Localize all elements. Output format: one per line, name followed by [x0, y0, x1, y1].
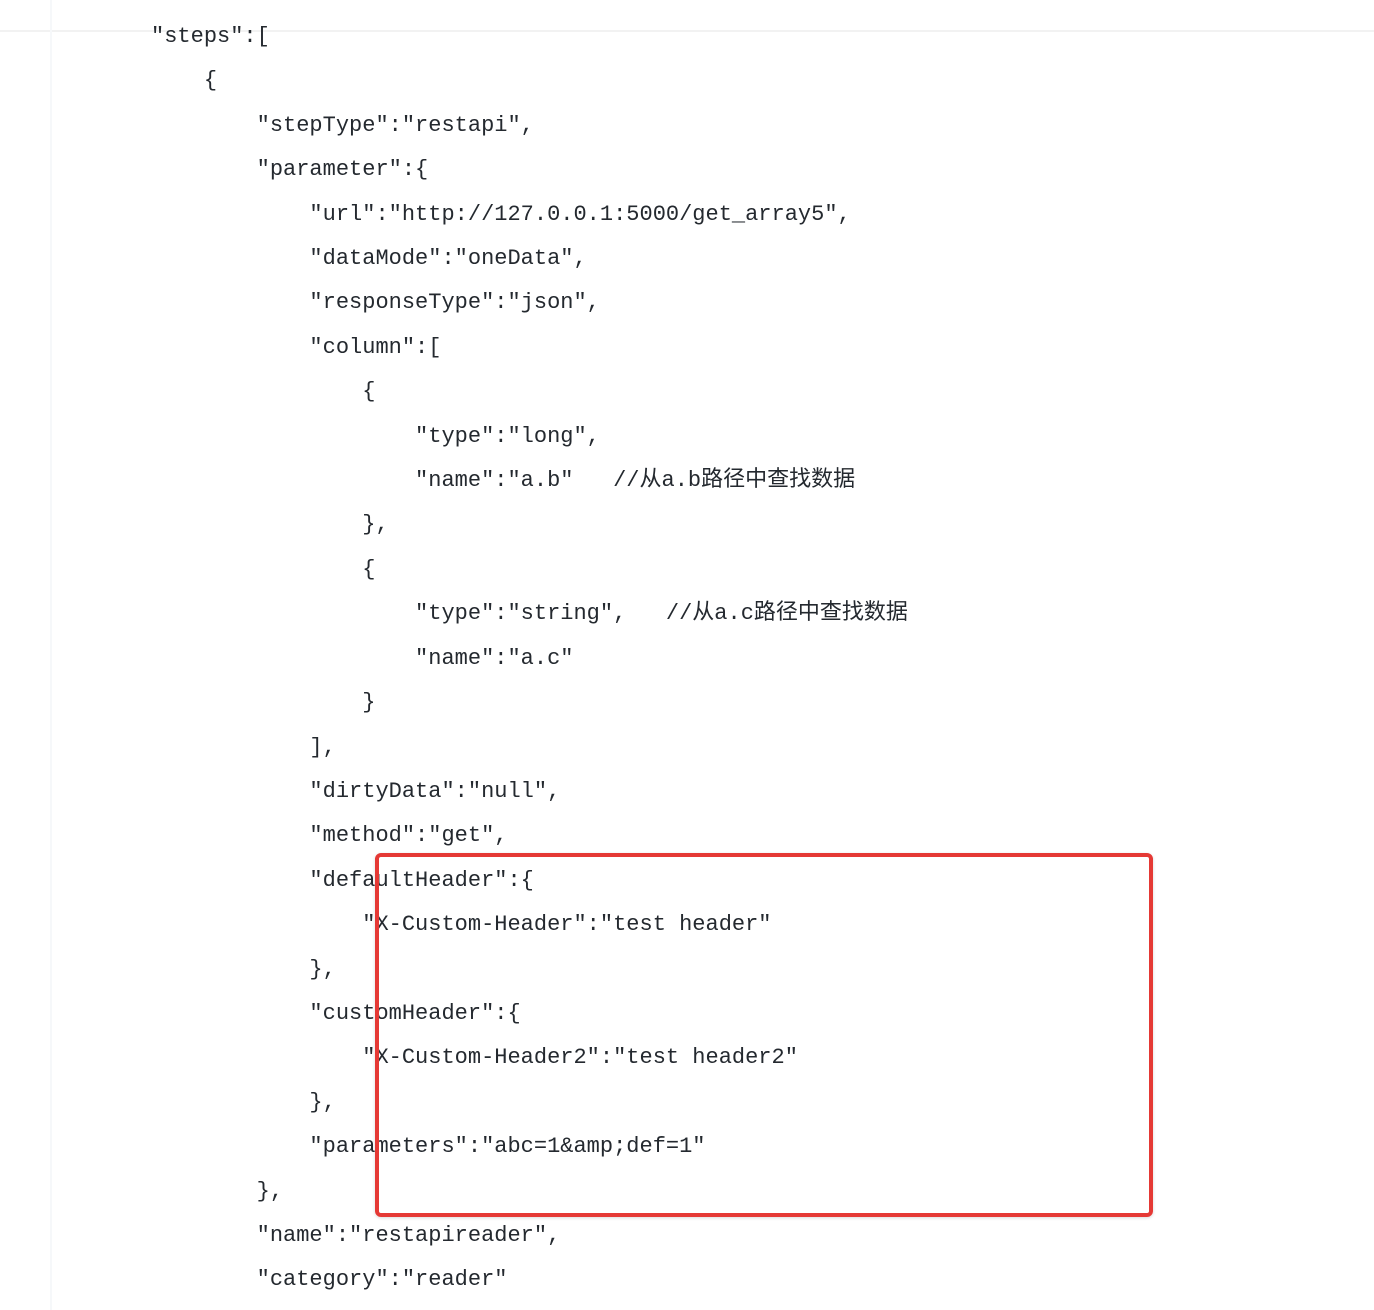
page-container: "steps":[ { "stepType":"restapi", "param…: [0, 0, 1374, 1310]
code-block: "steps":[ { "stepType":"restapi", "param…: [85, 15, 1344, 1303]
code-gutter: [50, 0, 52, 1310]
code-text: "steps":[ { "stepType":"restapi", "param…: [85, 15, 1344, 1303]
